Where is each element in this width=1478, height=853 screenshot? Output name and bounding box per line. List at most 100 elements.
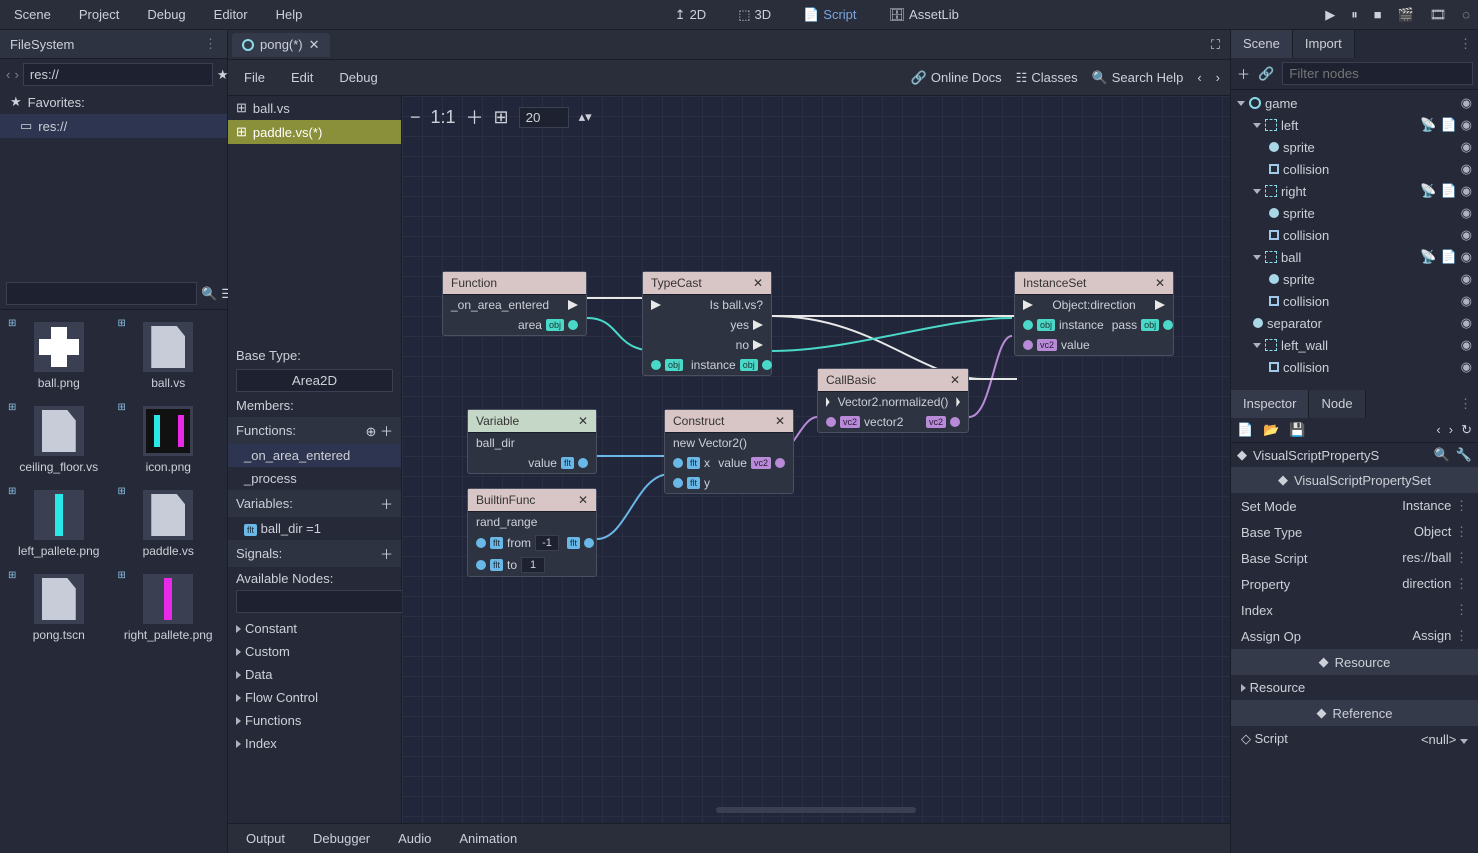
inspector-property[interactable]: Base TypeObject ⋮ xyxy=(1231,519,1478,545)
file-item[interactable]: ⊞pong.tscn xyxy=(6,568,112,648)
script-icon[interactable]: 📄 xyxy=(1440,249,1456,265)
tool-icon[interactable]: 🔧 xyxy=(1456,447,1472,463)
resource-section[interactable]: Resource xyxy=(1231,675,1478,700)
doc-tab-pong[interactable]: pong(*) ✕ xyxy=(232,33,330,57)
function-item-process[interactable]: _process xyxy=(228,467,401,490)
override-icon[interactable]: ⊕ xyxy=(365,424,376,439)
close-icon[interactable]: ✕ xyxy=(775,414,785,428)
expand-icon[interactable] xyxy=(1237,101,1245,106)
zoom-in-icon[interactable]: ＋ xyxy=(466,104,484,130)
close-icon[interactable]: ✕ xyxy=(753,276,763,290)
close-tab-icon[interactable]: ✕ xyxy=(309,37,320,53)
file-item[interactable]: ⊞right_pallete.png xyxy=(116,568,222,648)
more-icon[interactable]: ⋮ xyxy=(1455,550,1468,565)
inspector-dock-menu-icon[interactable]: ⋮ xyxy=(1453,390,1478,418)
from-input[interactable] xyxy=(535,535,559,551)
add-node-icon[interactable]: ＋ xyxy=(1237,64,1250,83)
inspector-property[interactable]: Set ModeInstance ⋮ xyxy=(1231,493,1478,519)
more-icon[interactable]: ⋮ xyxy=(1455,524,1468,539)
visibility-icon[interactable]: ◉ xyxy=(1461,117,1472,133)
script-icon[interactable]: 📄 xyxy=(1440,117,1456,133)
variable-item-ball-dir[interactable]: flt ball_dir =1 xyxy=(228,517,401,540)
scene-tree-item[interactable]: right📡📄◉ xyxy=(1231,180,1478,202)
fs-search-input[interactable] xyxy=(6,282,197,305)
more-icon[interactable]: ⋮ xyxy=(1455,576,1468,591)
scene-tree-item[interactable]: sprite◉ xyxy=(1231,268,1478,290)
tab-scene[interactable]: Scene xyxy=(1231,30,1293,58)
menu-debug[interactable]: Debug xyxy=(141,3,191,26)
script-nav-fwd-icon[interactable]: › xyxy=(1216,70,1220,85)
tab-output[interactable]: Output xyxy=(240,827,291,850)
expand-icon[interactable] xyxy=(1253,343,1261,348)
filesystem-menu-icon[interactable]: ⋮ xyxy=(204,36,217,52)
visibility-icon[interactable]: ◉ xyxy=(1461,139,1472,155)
available-nodes-search[interactable] xyxy=(236,590,427,613)
tab-audio[interactable]: Audio xyxy=(392,827,437,850)
history-fwd-icon[interactable]: › xyxy=(1449,422,1453,438)
file-item[interactable]: ⊞paddle.vs xyxy=(116,484,222,564)
create-resource-icon[interactable]: 📄 xyxy=(1237,422,1253,438)
inspector-property[interactable]: Base Scriptres://ball ⋮ xyxy=(1231,545,1478,571)
history-back-icon[interactable]: ‹ xyxy=(1436,422,1440,438)
to-input[interactable] xyxy=(521,557,545,573)
node-construct[interactable]: Construct✕ new Vector2() flt xvalue vc2 … xyxy=(664,409,794,494)
online-docs-link[interactable]: 🔗 Online Docs xyxy=(911,70,1002,86)
menu-scene[interactable]: Scene xyxy=(8,3,57,26)
play-scene-icon[interactable]: 🎬 xyxy=(1398,7,1414,23)
scene-tree-item[interactable]: collision◉ xyxy=(1231,224,1478,246)
add-signal-icon[interactable]: ＋ xyxy=(380,544,393,563)
fs-path-input[interactable] xyxy=(23,63,213,86)
base-type-input[interactable] xyxy=(236,369,393,392)
inspector-property[interactable]: Assign OpAssign ⋮ xyxy=(1231,623,1478,649)
visibility-icon[interactable]: ◉ xyxy=(1461,183,1472,199)
scene-tree-item[interactable]: separator◉ xyxy=(1231,312,1478,334)
fs-back-icon[interactable]: ‹ xyxy=(6,66,10,84)
zoom-out-icon[interactable]: − xyxy=(410,107,421,128)
signal-icon[interactable]: 📡 xyxy=(1420,117,1436,133)
node-function[interactable]: Function _on_area_entered area obj xyxy=(442,271,587,336)
node-callbasic[interactable]: CallBasic✕ Vector2.normalized() vc2 vect… xyxy=(817,368,969,433)
search-icon[interactable]: 🔍 xyxy=(1434,447,1450,463)
history-icon[interactable]: ↻ xyxy=(1461,422,1472,438)
graph-scrollbar[interactable] xyxy=(716,807,916,813)
menu-project[interactable]: Project xyxy=(73,3,125,26)
fs-root-item[interactable]: ▭ res:// xyxy=(0,114,227,138)
zoom-reset-icon[interactable]: 1:1 xyxy=(431,107,456,128)
script-property[interactable]: ◇ Script <null> xyxy=(1231,726,1478,752)
fs-favorite-icon[interactable]: ★ xyxy=(217,67,229,83)
category-item[interactable]: Flow Control xyxy=(228,686,401,709)
close-icon[interactable]: ✕ xyxy=(1155,276,1165,290)
tab-2d[interactable]: ↥ 2D xyxy=(667,3,715,27)
visibility-icon[interactable]: ◉ xyxy=(1461,249,1472,265)
tab-assetlib[interactable]: 🗄 AssetLib xyxy=(881,3,967,27)
expand-icon[interactable] xyxy=(1253,123,1261,128)
visibility-icon[interactable]: ◉ xyxy=(1461,95,1472,111)
scene-tree-item[interactable]: left_wall◉ xyxy=(1231,334,1478,356)
close-icon[interactable]: ✕ xyxy=(578,493,588,507)
add-function-icon[interactable]: ＋ xyxy=(380,424,393,439)
tab-inspector[interactable]: Inspector xyxy=(1231,390,1309,418)
expand-icon[interactable] xyxy=(1253,189,1261,194)
scene-tree-item[interactable]: collision◉ xyxy=(1231,290,1478,312)
menu-editor[interactable]: Editor xyxy=(208,3,254,26)
node-builtinfunc[interactable]: BuiltinFunc✕ rand_range flt from flt flt… xyxy=(467,488,597,577)
fs-fwd-icon[interactable]: › xyxy=(14,66,18,84)
more-icon[interactable]: ⋮ xyxy=(1455,498,1468,513)
visibility-icon[interactable]: ◉ xyxy=(1461,315,1472,331)
search-help-link[interactable]: 🔍 Search Help xyxy=(1092,70,1184,86)
visibility-icon[interactable]: ◉ xyxy=(1461,293,1472,309)
node-variable[interactable]: Variable✕ ball_dir value flt xyxy=(467,409,597,474)
link-icon[interactable]: 🔗 xyxy=(1258,66,1274,82)
visual-script-graph[interactable]: − 1:1 ＋ ⊞ ▴▾ xyxy=(402,96,1230,823)
scene-tree-item[interactable]: game◉ xyxy=(1231,92,1478,114)
close-icon[interactable]: ✕ xyxy=(950,373,960,387)
script-file-item[interactable]: ⊞ paddle.vs(*) xyxy=(228,120,401,144)
category-item[interactable]: Data xyxy=(228,663,401,686)
function-item-on-area-entered[interactable]: _on_area_entered xyxy=(228,444,401,467)
visibility-icon[interactable]: ◉ xyxy=(1461,161,1472,177)
file-item[interactable]: ⊞ball.png xyxy=(6,316,112,396)
pause-icon[interactable]: ⏸ xyxy=(1351,7,1358,23)
inspector-category[interactable]: ◆ VisualScriptPropertySet xyxy=(1231,467,1478,493)
script-edit-menu[interactable]: Edit xyxy=(285,66,319,89)
inspector-property[interactable]: Propertydirection ⋮ xyxy=(1231,571,1478,597)
